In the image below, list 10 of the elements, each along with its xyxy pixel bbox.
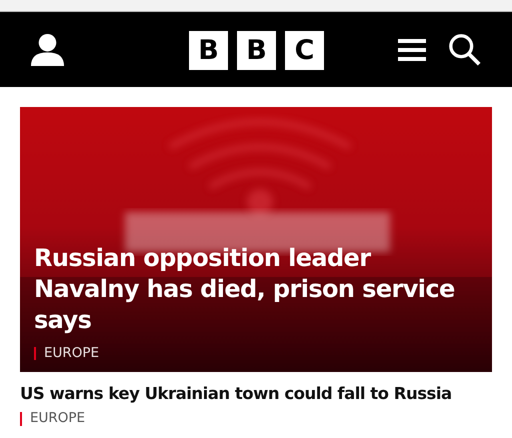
category-label[interactable]: EUROPE (34, 346, 100, 360)
headline[interactable]: US warns key Ukrainian town could fall to Russia (20, 384, 492, 403)
logo-letter[interactable]: C (285, 31, 324, 70)
category-label[interactable]: EUROPE (20, 412, 86, 426)
logo-letter[interactable]: B (237, 31, 276, 70)
logo-letter[interactable]: B (189, 31, 228, 70)
headline[interactable]: Russian opposition leader Navalny has died, prison service says (34, 242, 482, 336)
lead-story-card[interactable]: Russian opposition leader Navalny has died, prison service says EUROPE (20, 107, 492, 372)
account-icon[interactable] (30, 32, 65, 67)
search-icon[interactable] (448, 32, 482, 66)
